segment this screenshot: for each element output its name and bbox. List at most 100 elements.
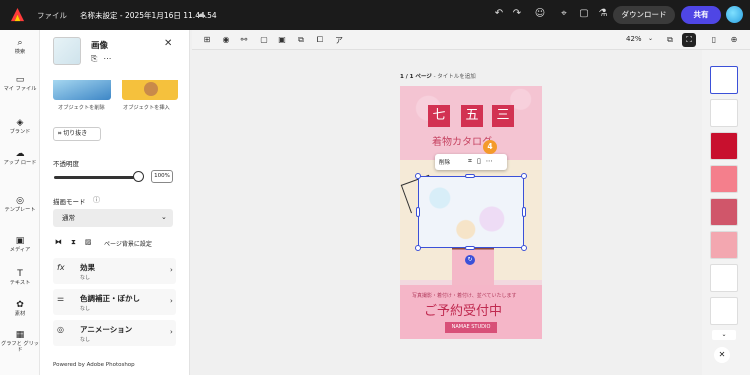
close-icon[interactable]: ✕	[714, 347, 730, 363]
step-badge: 4	[483, 140, 497, 154]
add-icon[interactable]: ⊞	[201, 35, 213, 44]
image-properties-panel: 画像 ⎘⋯ ✕ オブジェクトを削除 オブジェクトを挿入 ⌗ 切り抜き 不透明度 …	[40, 30, 190, 375]
nav-search[interactable]: ⌕ 検索	[0, 38, 40, 55]
page-thumbnail[interactable]	[710, 132, 738, 160]
page-thumbnail[interactable]	[710, 165, 738, 193]
fx-icon: fx	[57, 263, 65, 272]
color-swatch-icon[interactable]: ▢	[258, 35, 270, 44]
comment-icon[interactable]: ▢	[577, 8, 591, 19]
nav-text[interactable]: T テキスト	[0, 269, 40, 286]
opacity-slider-handle[interactable]	[133, 171, 144, 182]
download-button[interactable]: ダウンロード	[613, 6, 675, 24]
chevron-down-icon[interactable]: ⌄	[648, 35, 653, 42]
share-button[interactable]: 共有	[681, 6, 721, 24]
close-icon[interactable]: ✕	[164, 38, 172, 49]
adobe-express-logo-icon[interactable]	[10, 7, 25, 22]
top-bar: ファイル 名称未設定 - 2025年1月16日 11.44.54 ☁ ↶ ↷ ☺…	[0, 0, 750, 30]
translate-icon[interactable]: ア	[333, 35, 345, 46]
remove-object-thumbnail[interactable]	[53, 80, 111, 100]
insert-object-thumbnail[interactable]	[122, 80, 178, 100]
resize-handle[interactable]	[465, 246, 475, 250]
poster-brand: NAMAE STUDIO	[445, 322, 497, 333]
layers-icon[interactable]: ⧉	[295, 35, 307, 45]
page-thumbnail[interactable]	[710, 66, 738, 94]
text-icon: T	[17, 269, 23, 279]
chevron-down-icon: ⌄	[161, 213, 167, 221]
chevron-down-icon[interactable]: ⌄	[712, 330, 736, 340]
nav-charts-grids[interactable]: ▦ グラフと グリッド	[0, 330, 40, 354]
resize-handle[interactable]	[521, 245, 527, 251]
blend-mode-select[interactable]: 通常	[53, 209, 173, 227]
nav-elements[interactable]: ✿ 素材	[0, 300, 40, 317]
effects-section[interactable]: fx 効果 なし ›	[53, 258, 176, 284]
powered-by: Powered by Adobe Photoshop	[53, 362, 135, 368]
page-header[interactable]: 1 / 1 ページ - タイトルを追加	[400, 72, 476, 80]
page-thumbnail[interactable]	[710, 297, 738, 325]
floating-tool-icons[interactable]: ⌗▯⋯	[468, 157, 498, 166]
resize-handle[interactable]	[415, 173, 421, 179]
page-thumbnail[interactable]	[710, 231, 738, 259]
opacity-value-field[interactable]: 100%	[151, 170, 173, 183]
invite-user-icon[interactable]: ☺	[533, 8, 547, 19]
rotate-handle[interactable]: ↻	[465, 255, 475, 265]
crop-button[interactable]: ⌗ 切り抜き	[53, 127, 101, 141]
elements-icon: ✿	[16, 300, 24, 310]
flip-horizontal-icon[interactable]: ⧓	[55, 238, 71, 246]
nav-media[interactable]: ▣ メディア	[0, 237, 40, 253]
brand-icon: ◈	[16, 118, 24, 128]
frame-icon[interactable]: ▣	[276, 35, 288, 44]
group-icon[interactable]: ⧠	[314, 35, 326, 45]
search-icon: ⌕	[17, 38, 23, 48]
resize-handle[interactable]	[465, 174, 475, 178]
nav-my-files[interactable]: ▭ マイ ファイル	[0, 75, 40, 92]
poster-line1: 写真撮影・着付け・着付け、並べていたします	[412, 293, 517, 299]
opacity-slider[interactable]	[54, 176, 136, 179]
trash-icon[interactable]: ▯	[708, 35, 720, 44]
select-tool-button[interactable]: ⛶	[682, 33, 696, 47]
undo-icon[interactable]: ↶	[492, 8, 506, 19]
location-pin-icon[interactable]: ⌖	[557, 8, 571, 19]
flip-vertical-icon[interactable]: ⧗	[71, 238, 85, 246]
delete-button[interactable]: 削除	[439, 158, 450, 166]
nav-upload[interactable]: ☁ アップ ロード	[0, 150, 40, 166]
flip-controls[interactable]: ⧓⧗▨	[55, 238, 101, 247]
nav-templates[interactable]: ◎ テンプレート	[0, 196, 40, 213]
add-page-icon[interactable]: ⊕	[728, 35, 740, 44]
file-menu[interactable]: ファイル	[37, 10, 67, 21]
avatar[interactable]	[726, 6, 743, 23]
palette-icon[interactable]: ◉	[220, 35, 232, 44]
resize-handle[interactable]	[415, 245, 421, 251]
resize-handle[interactable]	[522, 207, 526, 217]
flask-icon[interactable]: ⚗	[596, 8, 610, 19]
image-thumbnail	[53, 37, 81, 65]
insert-object-label[interactable]: オブジェクトを挿入	[123, 104, 170, 111]
resize-handle[interactable]	[416, 207, 420, 217]
page-thumbnail[interactable]	[710, 264, 738, 292]
folder-icon: ▭	[15, 75, 25, 85]
poster-line2: ご予約受付中	[424, 304, 503, 319]
set-page-background-button[interactable]: ページ背景に設定	[104, 239, 152, 248]
sliders-icon: ⚌	[57, 294, 65, 303]
panel-tool-icons[interactable]: ⎘⋯	[91, 54, 117, 64]
floating-toolbar: 削除 ⌗▯⋯	[435, 154, 507, 170]
duplicate-icon[interactable]: ⧉	[664, 35, 676, 45]
link-icon[interactable]: ⚯	[238, 35, 250, 44]
grid-icon: ▦	[15, 330, 25, 340]
animation-icon: ◎	[57, 325, 64, 334]
page-thumbnail[interactable]	[710, 99, 738, 127]
opacity-label: 不透明度	[53, 160, 79, 168]
poster-kanji: 七	[428, 105, 450, 127]
template-icon: ◎	[16, 196, 24, 206]
selected-image[interactable]	[418, 176, 524, 248]
animation-section[interactable]: ◎ アニメーション なし ›	[53, 320, 176, 346]
set-background-icon[interactable]: ▨	[85, 238, 101, 246]
remove-object-label[interactable]: オブジェクトを削除	[58, 104, 105, 111]
zoom-level[interactable]: 42%	[626, 35, 642, 43]
info-icon[interactable]: ⓘ	[93, 195, 100, 205]
chevron-right-icon: ›	[170, 297, 173, 305]
resize-handle[interactable]	[521, 173, 527, 179]
nav-brand[interactable]: ◈ ブランド	[0, 118, 40, 135]
redo-icon[interactable]: ↷	[510, 8, 524, 19]
adjustments-section[interactable]: ⚌ 色調補正・ぼかし なし ›	[53, 289, 176, 315]
page-thumbnail[interactable]	[710, 198, 738, 226]
